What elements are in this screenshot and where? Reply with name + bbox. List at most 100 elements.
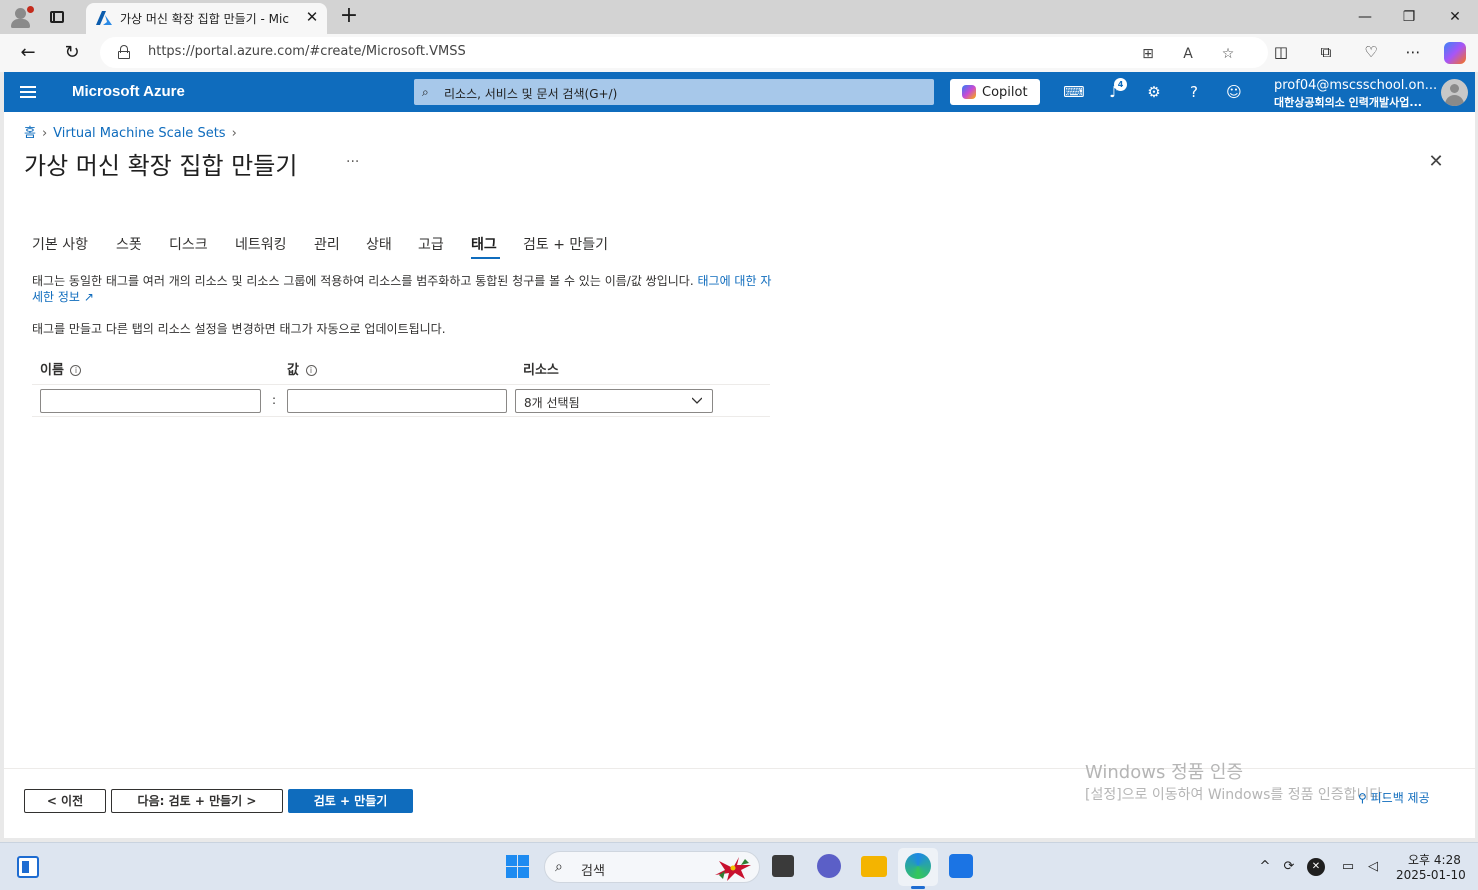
search-placeholder: 리소스, 서비스 및 문서 검색(G+/) (444, 87, 618, 101)
column-header-resources: 리소스 (523, 363, 559, 378)
store-icon[interactable] (949, 854, 973, 878)
settings-gear-icon[interactable]: ⚙ (1143, 82, 1165, 102)
edge-copilot-icon[interactable] (1444, 42, 1466, 64)
tab-health[interactable]: 상태 (366, 234, 392, 254)
tab-spot[interactable]: 스폿 (116, 234, 142, 254)
widgets-icon[interactable] (17, 856, 39, 878)
new-tab-button[interactable]: + (338, 5, 360, 27)
url-text[interactable]: https://portal.azure.com/#create/Microso… (148, 44, 466, 59)
resources-dropdown[interactable]: 8개 선택됨 (515, 389, 713, 413)
sync-icon[interactable]: ⟳ (1280, 858, 1298, 876)
clock-date[interactable]: 2025-01-10 (1396, 868, 1466, 882)
copilot-icon (962, 85, 976, 99)
avatar[interactable] (1441, 79, 1468, 106)
copilot-label: Copilot (982, 85, 1028, 100)
teams-chat-icon[interactable] (817, 854, 841, 878)
task-view-icon[interactable] (772, 855, 794, 877)
tab-tags[interactable]: 태그 (471, 234, 497, 254)
taskbar-search-label: 검색 (581, 864, 605, 879)
global-search-input[interactable]: ⌕ 리소스, 서비스 및 문서 검색(G+/) (414, 79, 934, 105)
start-button[interactable] (506, 855, 529, 878)
cloud-shell-icon[interactable]: ⌨ (1063, 82, 1085, 102)
previous-button[interactable]: < 이전 (24, 789, 106, 813)
grid-divider (32, 384, 770, 385)
column-header-value: 값 i (287, 359, 317, 378)
address-bar[interactable]: https://portal.azure.com/#create/Microso… (100, 37, 1268, 68)
tags-note: 태그를 만들고 다른 탭의 리소스 설정을 변경하면 태그가 자동으로 업데이트… (32, 322, 446, 336)
refresh-icon[interactable]: ↻ (59, 41, 85, 65)
azure-portal-page: Microsoft Azure ⌕ 리소스, 서비스 및 문서 검색(G+/) … (4, 72, 1475, 838)
azure-logo-icon (96, 11, 112, 25)
restore-button[interactable]: ❐ (1394, 6, 1424, 28)
tags-description-text: 태그는 동일한 태그를 여러 개의 리소스 및 리소스 그룹에 적용하여 리소스… (32, 274, 694, 288)
search-icon: ⌕ (555, 859, 563, 875)
breadcrumb-vmss[interactable]: Virtual Machine Scale Sets (53, 126, 225, 141)
app-available-icon[interactable]: ⊞ (1138, 45, 1158, 63)
read-aloud-icon[interactable]: A (1178, 45, 1198, 63)
chevron-up-icon[interactable]: ^ (1256, 858, 1274, 876)
close-circle-icon[interactable]: ✕ (1307, 858, 1325, 876)
footer-divider (4, 768, 1475, 769)
tab-basics[interactable]: 기본 사항 (32, 234, 88, 254)
more-actions-icon[interactable]: ··· (346, 154, 359, 170)
volume-icon[interactable]: ◁ (1364, 858, 1382, 876)
browser-essentials-icon[interactable]: ♡ (1360, 42, 1382, 62)
split-screen-icon[interactable]: ◫ (1270, 42, 1292, 62)
minimize-button[interactable]: — (1350, 6, 1380, 28)
windows-taskbar: ⌕ 검색 ^ ⟳ ✕ ▭ ◁ 오후 4:28 2025-01-10 (0, 842, 1478, 890)
active-app-indicator (911, 886, 925, 889)
browser-tab[interactable]: 가상 머신 확장 집합 만들기 - Mic ✕ (86, 3, 327, 34)
close-icon[interactable]: ✕ (1426, 152, 1446, 172)
notification-count-badge: 4 (1114, 78, 1127, 91)
browser-toolbar: ← ↻ https://portal.azure.com/#create/Mic… (0, 34, 1478, 72)
window-close-button[interactable]: ✕ (1440, 6, 1470, 28)
info-icon[interactable]: i (70, 365, 82, 376)
back-icon[interactable]: ← (15, 41, 41, 65)
chevron-right-icon: › (231, 126, 237, 141)
azure-top-bar: Microsoft Azure ⌕ 리소스, 서비스 및 문서 검색(G+/) … (4, 72, 1475, 112)
tab-disks[interactable]: 디스크 (169, 234, 208, 254)
tab-actions-icon[interactable] (48, 8, 66, 26)
tab-advanced[interactable]: 고급 (418, 234, 444, 254)
collections-icon[interactable]: ⧉ (1315, 42, 1337, 62)
help-icon[interactable]: ? (1183, 82, 1205, 102)
search-icon: ⌕ (422, 85, 429, 99)
copilot-button[interactable]: Copilot (950, 79, 1040, 105)
feedback-icon[interactable]: ☺ (1223, 82, 1245, 102)
tab-networking[interactable]: 네트워킹 (235, 234, 287, 254)
edge-icon[interactable] (905, 853, 931, 879)
favorite-star-icon[interactable]: ☆ (1218, 45, 1238, 63)
resources-selected-value: 8개 선택됨 (524, 396, 580, 410)
activation-watermark-text: [설정]으로 이동하여 Windows를 정품 인증합니다. (1085, 787, 1387, 803)
more-options-icon[interactable]: ⋯ (1402, 42, 1424, 62)
page-title: 가상 머신 확장 집합 만들기 (24, 152, 298, 180)
browser-tab-title: 가상 머신 확장 집합 만들기 - Mic (120, 12, 289, 26)
close-tab-icon[interactable]: ✕ (303, 8, 321, 26)
active-tab-indicator (471, 257, 500, 259)
lock-icon[interactable] (118, 45, 130, 59)
info-icon[interactable]: i (305, 365, 317, 376)
menu-icon[interactable] (20, 86, 36, 98)
breadcrumb-home[interactable]: 홈 (24, 126, 36, 141)
review-create-button[interactable]: 검토 + 만들기 (288, 789, 413, 813)
breadcrumb: 홈 › Virtual Machine Scale Sets › (24, 122, 243, 141)
profile-icon[interactable] (8, 5, 34, 29)
tab-review-create[interactable]: 검토 + 만들기 (523, 234, 608, 254)
feedback-link[interactable]: ⚲ 피드백 제공 (1358, 789, 1430, 806)
file-explorer-icon[interactable] (861, 856, 887, 877)
tag-name-input[interactable] (40, 389, 261, 413)
account-directory[interactable]: 대한상공회의소 인력개발사업... (1274, 94, 1422, 110)
feedback-person-icon: ⚲ (1358, 791, 1367, 805)
next-button[interactable]: 다음: 검토 + 만들기 > (111, 789, 283, 813)
external-link-icon: ↗ (83, 290, 94, 304)
tab-management[interactable]: 관리 (314, 234, 340, 254)
taskbar-search[interactable]: ⌕ 검색 (544, 851, 760, 883)
azure-brand[interactable]: Microsoft Azure (72, 83, 185, 100)
tag-value-input[interactable] (287, 389, 507, 413)
browser-tabstrip: 가상 머신 확장 집합 만들기 - Mic ✕ + — ❐ ✕ (0, 0, 1478, 34)
account-email[interactable]: prof04@mscsschool.on... (1274, 78, 1437, 93)
column-header-name: 이름 i (40, 359, 82, 378)
clock-time[interactable]: 오후 4:28 (1408, 851, 1461, 868)
network-icon[interactable]: ▭ (1339, 858, 1357, 876)
tags-description: 태그는 동일한 태그를 여러 개의 리소스 및 리소스 그룹에 적용하여 리소스… (32, 273, 772, 305)
